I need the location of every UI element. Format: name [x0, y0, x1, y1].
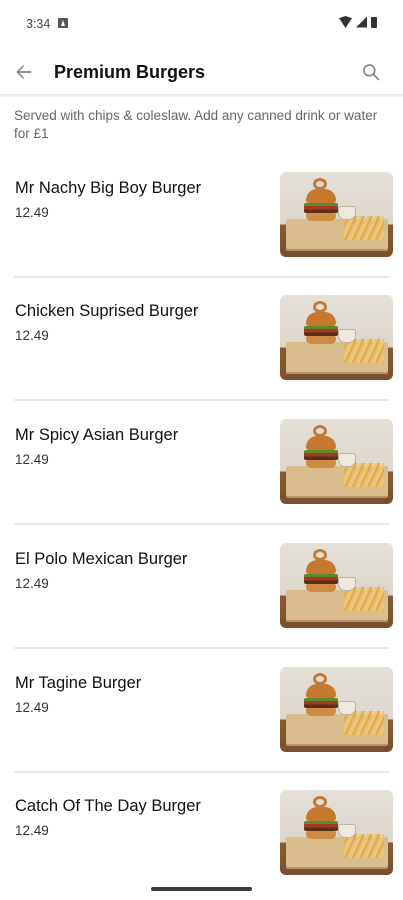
item-divider: [14, 276, 389, 278]
item-divider: [14, 771, 389, 773]
menu-item[interactable]: Mr Tagine Burger 12.49: [0, 667, 403, 791]
menu-item[interactable]: El Polo Mexican Burger 12.49: [0, 543, 403, 667]
status-icons: [339, 16, 377, 28]
app-bar: Premium Burgers: [0, 50, 403, 94]
menu-item[interactable]: Mr Nachy Big Boy Burger 12.49: [0, 172, 403, 296]
item-image: [280, 295, 393, 380]
item-name: El Polo Mexican Burger: [15, 550, 188, 568]
arrow-left-icon[interactable]: [14, 62, 34, 82]
item-image: [280, 543, 393, 628]
status-bar: 3:34: [0, 0, 403, 50]
item-image: [280, 172, 393, 257]
item-image: [280, 790, 393, 875]
menu-item[interactable]: Catch Of The Day Burger 12.49: [0, 790, 403, 880]
category-description: Served with chips & coleslaw. Add any ca…: [14, 108, 378, 141]
notification-icon: [58, 18, 68, 28]
item-price: 12.49: [15, 700, 49, 715]
home-indicator[interactable]: [151, 887, 252, 891]
item-divider: [14, 523, 389, 525]
item-name: Catch Of The Day Burger: [15, 797, 201, 815]
item-name: Mr Nachy Big Boy Burger: [15, 179, 202, 197]
item-name: Mr Spicy Asian Burger: [15, 426, 179, 444]
item-image: [280, 419, 393, 504]
status-time: 3:34: [26, 17, 51, 31]
app-bar-divider: [0, 94, 403, 97]
menu-item[interactable]: Chicken Suprised Burger 12.49: [0, 295, 403, 419]
item-divider: [14, 647, 389, 649]
page-title: Premium Burgers: [54, 62, 206, 82]
wifi-icon: [339, 16, 352, 28]
item-divider: [14, 399, 389, 401]
item-name: Mr Tagine Burger: [15, 674, 142, 692]
menu-item[interactable]: Mr Spicy Asian Burger 12.49: [0, 419, 403, 543]
item-price: 12.49: [15, 823, 49, 838]
item-price: 12.49: [15, 205, 49, 220]
item-price: 12.49: [15, 328, 49, 343]
item-image: [280, 667, 393, 752]
item-price: 12.49: [15, 452, 49, 467]
search-icon[interactable]: [361, 62, 381, 82]
item-name: Chicken Suprised Burger: [15, 302, 199, 320]
battery-icon: [371, 16, 377, 28]
item-price: 12.49: [15, 576, 49, 591]
signal-icon: [356, 16, 367, 28]
